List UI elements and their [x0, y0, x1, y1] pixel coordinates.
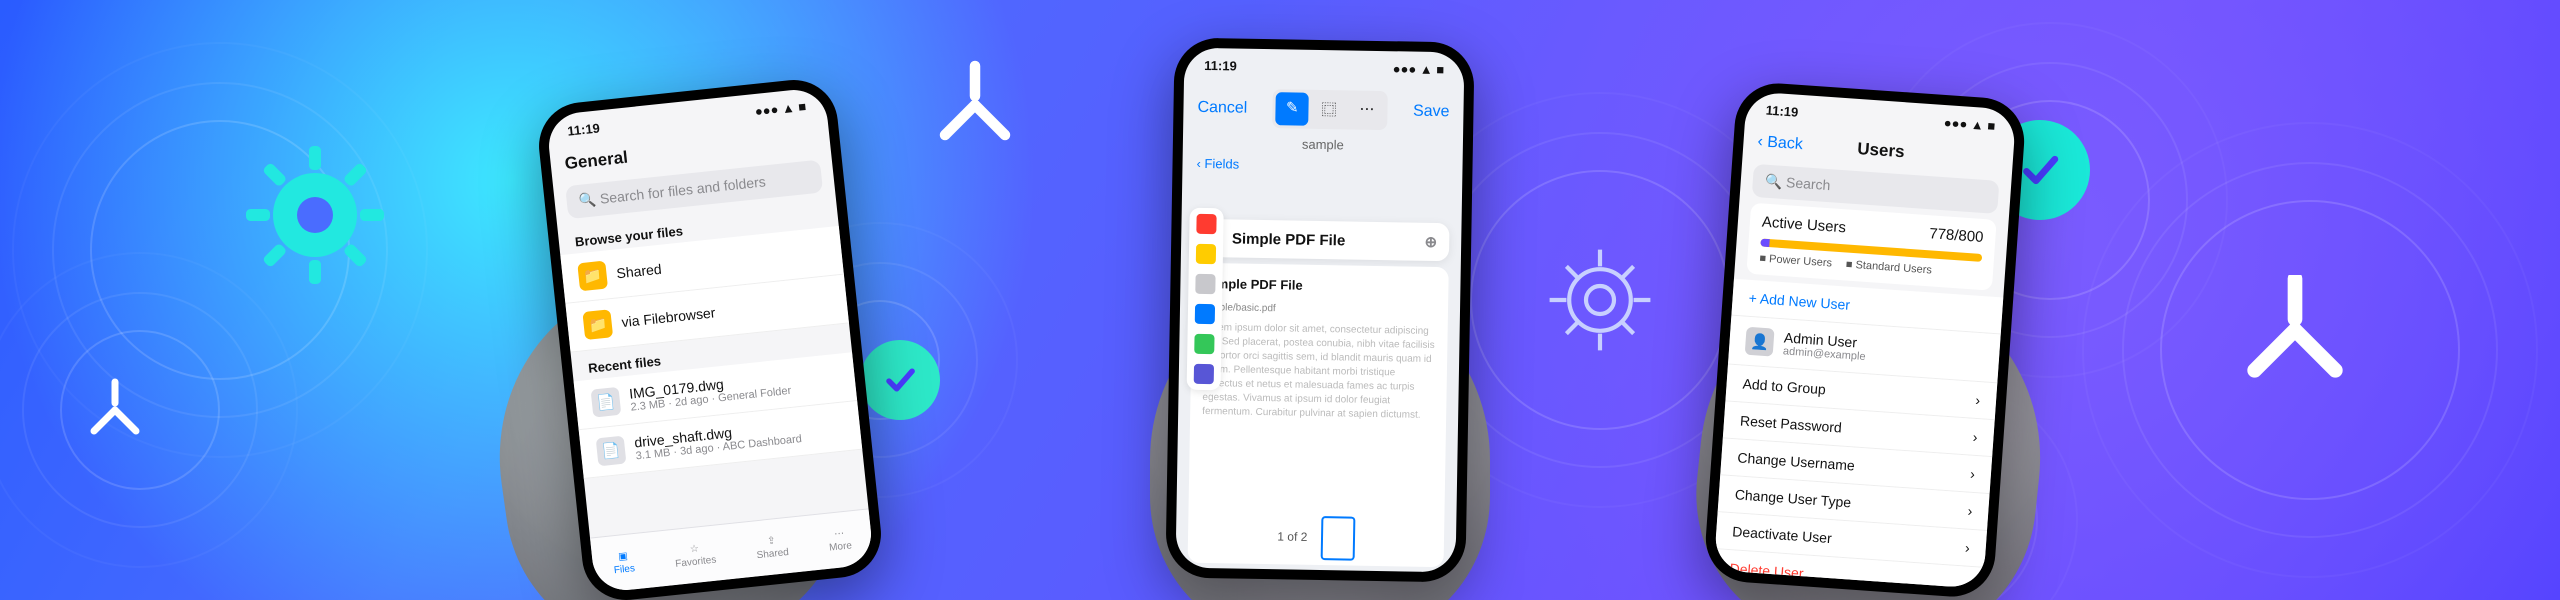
tool-more-icon[interactable]: ⋯ — [1349, 93, 1385, 127]
page-title: Users — [1857, 139, 1906, 162]
chevron-right-icon: › — [1972, 429, 1978, 445]
file-icon: 📄 — [591, 387, 622, 418]
annotation-toolbar — [1187, 208, 1224, 391]
avatar-icon: 👤 — [1745, 327, 1775, 357]
more-icon: ⋯ — [834, 528, 845, 540]
status-icons: ●●● ▲ ■ — [1393, 61, 1445, 77]
status-bar: 11:19 ●●● ▲ ■ — [1184, 48, 1465, 87]
card-action-icon[interactable]: ⊕ — [1424, 233, 1437, 251]
page-thumbnail[interactable] — [1320, 516, 1355, 561]
clock: 11:19 — [1765, 102, 1799, 119]
cancel-button[interactable]: Cancel — [1197, 98, 1247, 117]
status-icons: ●●● ▲ ■ — [1943, 114, 1995, 133]
page-indicator: 1 of 2 — [1176, 514, 1457, 563]
star-icon: ☆ — [689, 543, 699, 555]
tab-more[interactable]: ⋯More — [827, 527, 852, 553]
gear-icon — [240, 140, 390, 290]
folder-icon: 📁 — [582, 309, 613, 340]
tool-markup-icon[interactable]: ✎ — [1276, 92, 1309, 126]
chevron-right-icon: › — [1970, 466, 1976, 482]
logo-icon — [2240, 275, 2350, 385]
phone-mockup-pdf: 11:19 ●●● ▲ ■ Cancel ✎ ⿴ ⋯ Save sample ‹… — [1165, 37, 1474, 582]
chevron-right-icon: › — [1965, 540, 1971, 556]
shape-tool-icon[interactable] — [1195, 304, 1215, 324]
shared-icon: ⇪ — [767, 535, 776, 547]
clock: 11:19 — [1204, 57, 1237, 73]
status-icons: ●●● ▲ ■ — [754, 98, 807, 118]
breadcrumb[interactable]: ‹ Fields — [1182, 152, 1462, 180]
ruler-tool-icon[interactable] — [1194, 364, 1214, 384]
folder-icon: 📁 — [577, 261, 608, 292]
back-button[interactable]: ‹ Back — [1757, 133, 1804, 154]
document-title-card[interactable]: 📄Simple PDF File ⊕ — [1193, 219, 1450, 261]
search-icon: 🔍 — [578, 191, 597, 209]
document-body-text: Lorem ipsum dolor sit amet, consectetur … — [1202, 321, 1436, 423]
chevron-right-icon: › — [1975, 392, 1981, 408]
tab-favorites[interactable]: ☆Favorites — [673, 541, 716, 569]
tab-files[interactable]: ▣Files — [612, 550, 636, 576]
phone-mockup-files: 11:19 ●●● ▲ ■ General 🔍 Search for files… — [535, 76, 886, 600]
page-title: General — [564, 148, 629, 175]
active-users-count: 778/800 — [1929, 225, 1984, 246]
chevron-right-icon: › — [1967, 503, 1973, 519]
file-icon: 📄 — [596, 436, 627, 467]
legend-power: ■ Power Users — [1759, 252, 1832, 269]
pen-tool-icon[interactable] — [1196, 214, 1216, 234]
logo-icon — [930, 60, 1020, 150]
files-icon: ▣ — [618, 550, 629, 562]
checkmark-icon — [860, 340, 940, 420]
user-stats-card: Active Users 778/800 ■ Power Users ■ Sta… — [1746, 203, 1996, 291]
tool-crop-icon[interactable]: ⿴ — [1311, 93, 1347, 127]
legend-standard: ■ Standard Users — [1845, 258, 1932, 276]
tab-bar: ▣Files ☆Favorites ⇪Shared ⋯More — [590, 508, 874, 593]
phone-mockup-users: 11:19 ●●● ▲ ■ ‹ Back Users 🔍 Search Acti… — [1703, 80, 2027, 599]
active-users-label: Active Users — [1761, 214, 1846, 237]
clock: 11:19 — [567, 120, 601, 138]
hero-banner: 11:19 ●●● ▲ ■ General 🔍 Search for files… — [0, 0, 2560, 600]
search-icon: 🔍 — [1764, 173, 1783, 190]
text-tool-icon[interactable] — [1194, 334, 1214, 354]
save-button[interactable]: Save — [1413, 102, 1450, 121]
tab-shared[interactable]: ⇪Shared — [755, 534, 790, 561]
highlighter-tool-icon[interactable] — [1196, 244, 1216, 264]
logo-icon — [80, 375, 150, 445]
eraser-tool-icon[interactable] — [1195, 274, 1215, 294]
gear-icon — [1530, 230, 1670, 370]
